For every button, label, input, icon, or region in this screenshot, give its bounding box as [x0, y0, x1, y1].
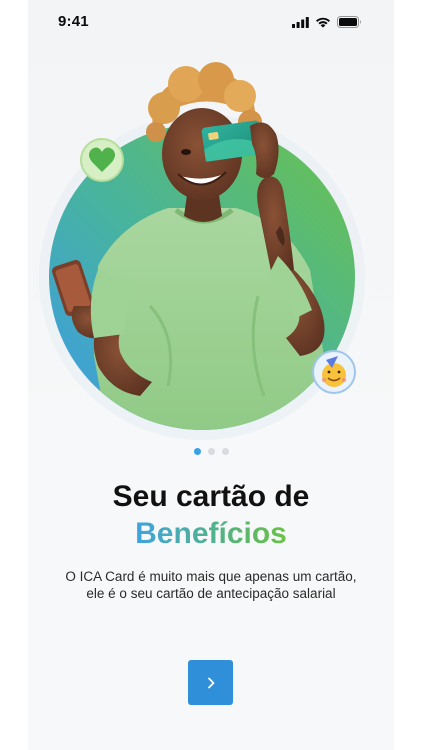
onboarding-description: O ICA Card é muito mais que apenas um ca…	[65, 569, 357, 601]
battery-icon	[337, 16, 361, 28]
hero-illustration	[28, 56, 394, 446]
next-button[interactable]	[188, 660, 233, 705]
onboarding-title-accent: Benefícios	[28, 514, 394, 554]
pagination-dot[interactable]	[221, 448, 229, 455]
status-icons	[292, 16, 362, 28]
green-heart-badge	[80, 138, 124, 182]
title-accent-text: Benefícios	[135, 517, 287, 550]
pagination-dots	[28, 448, 394, 458]
pagination-dot-active[interactable]	[193, 448, 201, 455]
hero-image	[39, 62, 365, 440]
status-bar: 9:41	[28, 0, 394, 44]
pagination-dot[interactable]	[207, 448, 215, 455]
signal-icon	[292, 16, 309, 28]
chevron-right-icon	[207, 677, 214, 688]
party-face-badge	[312, 350, 356, 394]
wifi-icon	[316, 17, 330, 28]
status-time: 9:41	[58, 13, 89, 30]
onboarding-title: Seu cartão de	[112, 480, 310, 513]
onboarding-screen: 9:41 Seu cartão de Benefícios O ICA Card…	[28, 0, 394, 750]
